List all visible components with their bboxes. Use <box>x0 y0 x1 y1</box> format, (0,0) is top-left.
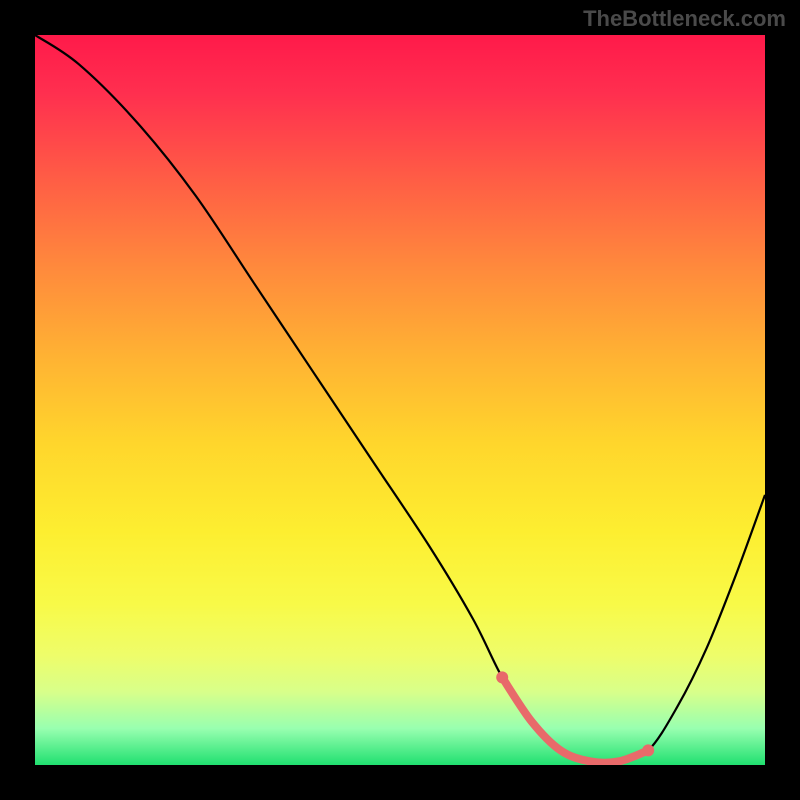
watermark-text: TheBottleneck.com <box>583 6 786 32</box>
bottleneck-curve <box>35 35 765 763</box>
optimal-range-highlight <box>502 677 648 762</box>
chart-plot-area <box>35 35 765 765</box>
optimal-range-end-dot <box>642 744 654 756</box>
optimal-range-start-dot <box>496 671 508 683</box>
chart-svg <box>35 35 765 765</box>
